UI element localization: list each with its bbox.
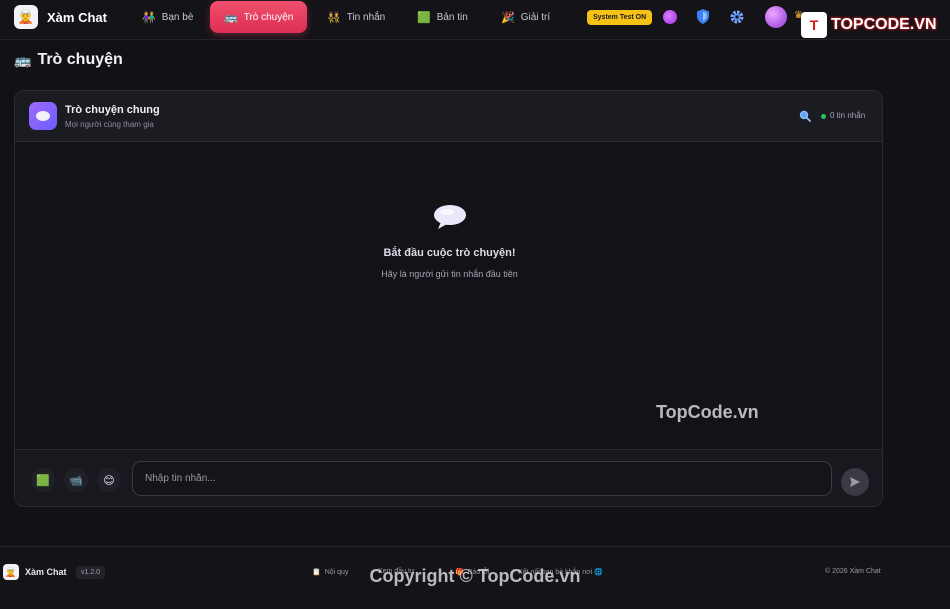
nav-item-entertainment[interactable]: 🎉 Giải trí (487, 1, 564, 33)
empty-state-subtitle: Hãy là người gửi tin nhắn đầu tiên (381, 269, 518, 279)
nav-item-label: Bạn bè (161, 11, 194, 23)
room-subtitle: Mọi người cùng tham gia (65, 120, 154, 129)
page-title: 🚌 Trò chuyện (14, 51, 123, 69)
copyright-watermark: Copyright © TopCode.vn (369, 566, 581, 586)
watermark-logo-icon: T (801, 12, 827, 38)
room-title: Trò chuyện chung (65, 104, 160, 116)
nav-item-chat[interactable]: 🚌 Trò chuyện (210, 1, 308, 33)
friends-icon: 👫 (142, 11, 156, 24)
nav-item-news[interactable]: 🟩 Bản tin (403, 1, 482, 33)
app-name: Xàm Chat (47, 9, 107, 25)
chat-header: Trò chuyện chung Mọi người cùng tham gia… (15, 91, 882, 142)
message-input[interactable] (132, 461, 832, 496)
nav-item-label: Giải trí (520, 11, 551, 23)
gear-icon[interactable] (729, 9, 745, 25)
user-avatar[interactable] (765, 6, 787, 28)
speech-bubble-icon (36, 111, 50, 121)
corner-watermark: T TOPCODE.VN (801, 12, 937, 38)
nav-item-messages[interactable]: 👯 Tin nhắn (313, 1, 399, 33)
composer: 🟩 📹 😊 (15, 449, 882, 506)
page-title-text: Trò chuyện (37, 51, 123, 68)
nav-item-label: Bản tin (436, 11, 468, 23)
gif-button[interactable]: 📹 (64, 468, 88, 492)
watermark-corner-text: TOPCODE.VN (831, 16, 937, 33)
nav-item-friends[interactable]: 👫 Bạn bè (128, 1, 207, 33)
gif-icon: 📹 (69, 474, 83, 487)
emoji-button[interactable]: 😊 (97, 468, 121, 492)
nav-item-label: Tin nhắn (346, 11, 386, 23)
send-icon (850, 477, 860, 487)
status-orb-icon[interactable] (663, 10, 677, 24)
system-test-badge[interactable]: System Test ON (587, 10, 653, 25)
search-icon[interactable] (799, 110, 811, 122)
online-indicator (821, 114, 826, 119)
empty-state-title: Bắt đầu cuộc trò chuyện! (383, 247, 516, 259)
bus-icon: 🚌 (224, 11, 238, 24)
speech-bubble-icon (434, 205, 466, 229)
party-icon: 🎉 (501, 11, 515, 24)
news-icon: 🟩 (417, 11, 431, 24)
shield-icon[interactable] (697, 9, 709, 24)
watermark-text: TopCode.vn (656, 402, 759, 422)
message-count: 0 tin nhắn (830, 111, 866, 120)
bus-icon: 🚌 (14, 51, 32, 68)
image-upload-button[interactable]: 🟩 (31, 468, 55, 492)
chat-panel: Trò chuyện chung Mọi người cùng tham gia… (14, 90, 883, 507)
app-logo: 🧝 (14, 5, 38, 29)
nav-item-label: Trò chuyện (243, 11, 294, 23)
emoji-icon: 😊 (103, 474, 115, 487)
send-button[interactable] (841, 468, 869, 496)
people-icon: 👯 (327, 11, 341, 24)
brand[interactable]: 🧝 Xàm Chat (14, 5, 107, 29)
chat-room-icon (29, 102, 57, 130)
image-icon: 🟩 (36, 474, 50, 487)
